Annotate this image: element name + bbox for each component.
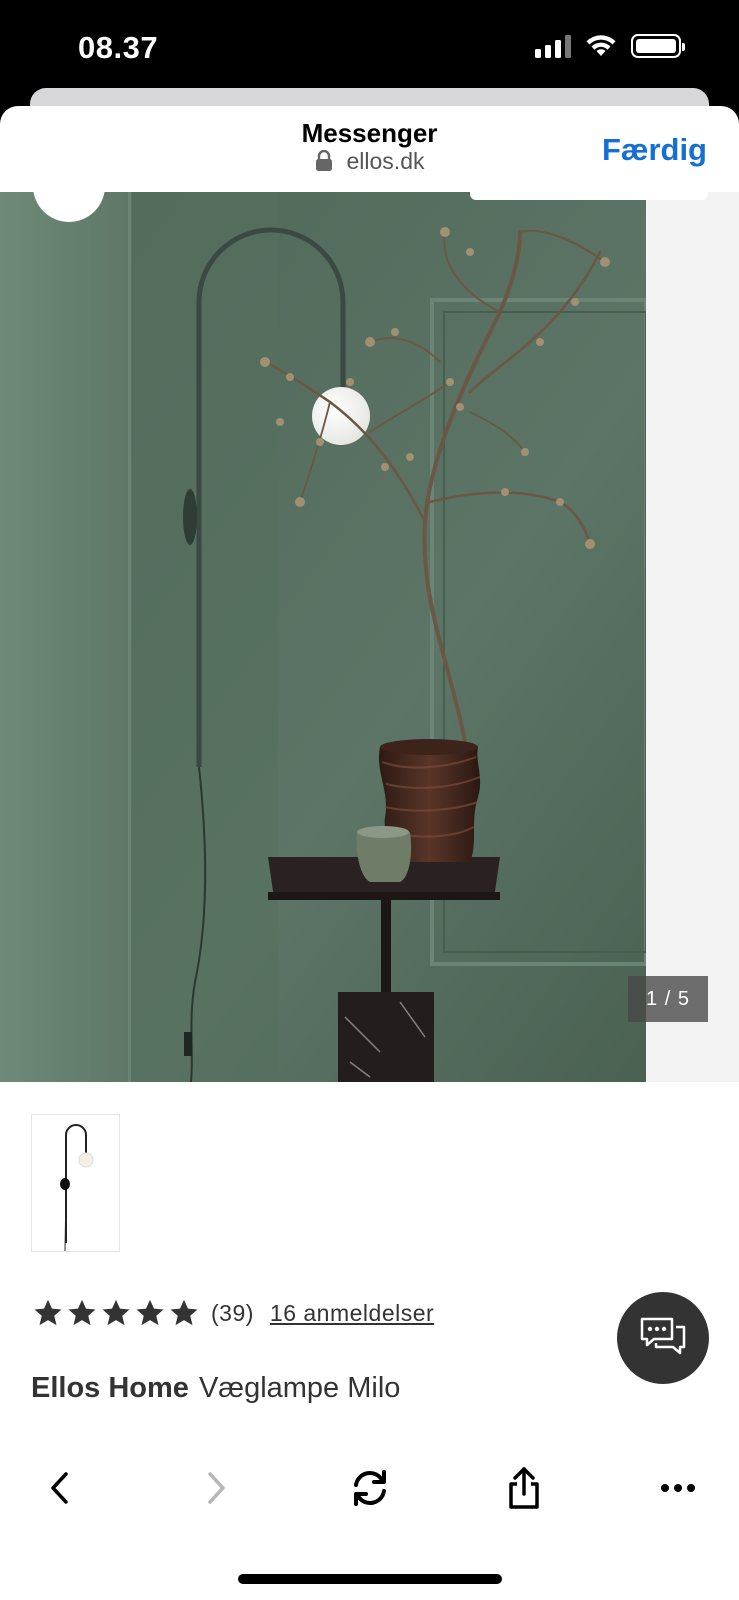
status-bar: 08.37: [0, 0, 739, 96]
forward-button[interactable]: [188, 1460, 244, 1516]
star-icon: [170, 1299, 198, 1326]
product-brand: Ellos Home: [31, 1372, 189, 1404]
image-counter: 1 / 5: [628, 976, 708, 1022]
rating-stars: [33, 1298, 199, 1328]
chat-button[interactable]: [617, 1292, 709, 1384]
back-icon: [51, 1472, 68, 1504]
star-icon: [68, 1299, 96, 1326]
forward-icon: [208, 1472, 225, 1504]
rating-count: (39): [211, 1299, 254, 1326]
back-button[interactable]: [32, 1460, 88, 1516]
cellular-signal-icon: [535, 34, 571, 58]
status-icons: [535, 34, 685, 58]
browser-sheet-header: Messenger ellos.dk Færdig: [0, 106, 739, 192]
star-icon: [34, 1299, 62, 1326]
status-time: 08.37: [78, 30, 159, 65]
more-icon: [661, 1484, 695, 1492]
done-button[interactable]: Færdig: [602, 132, 707, 168]
share-icon: [509, 1467, 539, 1509]
product-photo: [0, 192, 739, 1082]
browser-toolbar: [0, 1432, 739, 1600]
star-icon: [136, 1299, 164, 1326]
product-name: Væglampe Milo: [198, 1372, 401, 1404]
reload-icon: [354, 1470, 386, 1506]
rating-row: (39) 16 anmeldelser: [33, 1298, 434, 1328]
share-button[interactable]: [496, 1460, 552, 1516]
wifi-icon: [586, 35, 616, 56]
sheet-tab: [470, 192, 708, 200]
reload-button[interactable]: [342, 1460, 398, 1516]
more-button[interactable]: [650, 1460, 706, 1516]
home-indicator[interactable]: [238, 1574, 502, 1584]
product-title: Ellos Home Væglampe Milo: [31, 1372, 400, 1405]
battery-icon: [631, 34, 685, 58]
product-image[interactable]: [0, 192, 739, 1082]
product-info: (39) 16 anmeldelser Ellos Home Væglampe M…: [0, 1082, 739, 1432]
reviews-link[interactable]: 16 anmeldelser: [270, 1300, 434, 1327]
chat-icon: [640, 1317, 686, 1355]
url-text: ellos.dk: [346, 148, 425, 174]
product-thumbnail[interactable]: [31, 1114, 120, 1252]
close-circle[interactable]: [33, 150, 105, 222]
lock-icon: [315, 150, 332, 171]
lamp-thumbnail-image: [60, 1124, 94, 1252]
star-icon: [102, 1299, 130, 1326]
